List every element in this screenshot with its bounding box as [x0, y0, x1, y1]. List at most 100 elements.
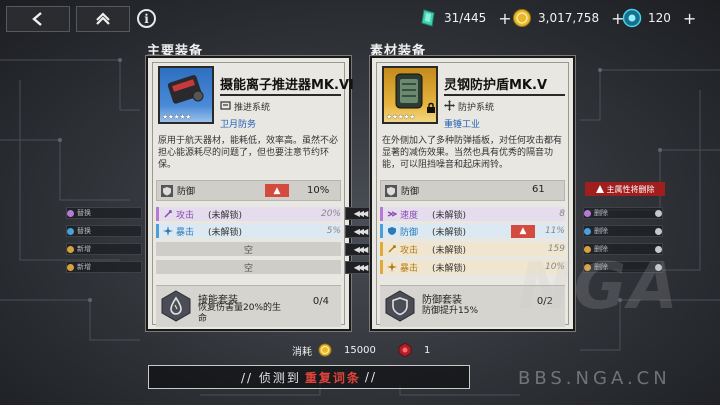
alert-text: 主属性将删除: [606, 184, 655, 194]
item-name: 摄能离子推进器MK.VI: [220, 78, 354, 93]
stat-color-bar: [156, 207, 159, 221]
sub-stat-name: 攻击: [176, 210, 195, 221]
material-cost: 1: [398, 342, 430, 358]
triple-left-arrow-icon: ◀◀◀: [353, 245, 369, 254]
sub-stat-value: 20%: [320, 209, 341, 219]
triple-left-arrow-icon: ◀◀◀: [353, 227, 369, 236]
sub-stat-lock: (未解锁): [208, 227, 243, 238]
detect-highlight: 重复词条: [304, 370, 361, 385]
item-maker[interactable]: 卫月防务: [220, 117, 256, 130]
shield-icon: [161, 184, 173, 197]
watermark-logo: NGA: [518, 250, 680, 324]
red-material-icon: [398, 343, 412, 357]
add-energy-button[interactable]: +: [498, 9, 511, 28]
stat-color-bar: [380, 242, 383, 256]
sub-stat-name: 防御: [400, 227, 419, 238]
defense-type-icon: [444, 100, 455, 111]
cost-label: 消耗: [292, 346, 312, 358]
sub-stat-row: 防御 (未解锁) ▲ 11%: [380, 224, 565, 238]
crit-icon: [163, 226, 173, 236]
lock-icon[interactable]: [426, 102, 436, 114]
side-slot-label: 删除: [594, 209, 608, 217]
home-icon: [96, 12, 110, 25]
stat-color-bar: [380, 207, 383, 221]
card-header: ★★★★★ 灵钢防护盾MK.V 防护系统 重锤工业: [382, 66, 565, 130]
set-effect: 恢复伤害量20%的生命: [198, 303, 282, 324]
back-button[interactable]: [6, 6, 70, 32]
watermark-url: BBS.NGA.CN: [518, 368, 671, 389]
info-button[interactable]: i: [137, 9, 156, 28]
side-slot-left[interactable]: 替换: [66, 225, 142, 237]
resource-energy: 31/445 +: [418, 6, 512, 30]
add-core-button[interactable]: +: [683, 9, 696, 28]
thruster-item-icon: ★★★★★: [158, 66, 214, 124]
side-slot-right[interactable]: 删除: [583, 225, 663, 237]
slot-dot: [67, 227, 74, 235]
energy-crystal-icon: [421, 9, 435, 27]
side-slot-right[interactable]: 删除: [583, 207, 663, 219]
sword-icon: [164, 210, 172, 218]
side-slot-left[interactable]: 替换: [66, 207, 142, 219]
info-icon: i: [144, 11, 149, 26]
detect-suffix: //: [364, 370, 377, 384]
rarity-stars: ★★★★★: [386, 113, 415, 121]
set-effect: 防御提升15%: [422, 306, 479, 316]
item-description: 原用于航天器材，能耗低，效率高。虽然不必担心能源耗尽的问题了，但也要注意节约环保…: [158, 136, 339, 170]
resource-core: 120 +: [622, 6, 696, 30]
home-button[interactable]: [76, 6, 130, 32]
sub-stat-row: 暴击 (未解锁) 5%: [156, 224, 341, 238]
material-count: 1: [424, 344, 431, 356]
item-type: 推进系统: [234, 103, 271, 113]
slot-dot: [67, 263, 74, 271]
empty-slot-label: 空: [243, 245, 253, 256]
shield-icon: [385, 184, 397, 197]
set-name: 防御套装: [422, 295, 462, 306]
sub-stat-row: 速度 (未解锁) 8: [380, 207, 565, 221]
main-stat-row: 防御 ▲ 10%: [156, 180, 341, 201]
minus-icon: [655, 227, 662, 235]
energy-value: 31/445: [444, 11, 487, 25]
sub-stat-value: 8: [559, 209, 565, 219]
sub-stat-lock: (未解锁): [432, 263, 467, 274]
rarity-stars: ★★★★★: [162, 113, 191, 121]
speed-icon: [387, 211, 397, 217]
set-bonus-box: 接能套装 恢复伤害量20%的生命 0/4: [156, 285, 341, 327]
gold-coin-icon: [318, 343, 332, 357]
cost-row: 消耗 15000: [292, 342, 376, 358]
core-value: 120: [648, 11, 671, 25]
main-stat-name: 防御: [177, 187, 196, 197]
name-divider: [444, 94, 565, 96]
chevron-left-icon: [32, 12, 42, 26]
duplicate-warning-badge: ▲: [511, 224, 535, 238]
slot-dot: [584, 227, 591, 235]
set-count: 0/4: [312, 296, 329, 307]
sword-icon: [388, 245, 396, 253]
defense-set-icon: [385, 290, 415, 322]
slot-dot: [67, 245, 74, 253]
gold-cost: 15000: [344, 344, 376, 356]
drain-set-icon: [161, 290, 191, 322]
side-slot-left[interactable]: 新增: [66, 261, 142, 273]
item-description: 在外侧加入了多种防弹插板，对任何攻击都有显著的减伤效果。当然也具有优秀的隔音功能…: [382, 136, 563, 170]
sub-stat-name: 攻击: [400, 245, 419, 256]
side-slot-label: 新增: [77, 263, 91, 271]
sub-stat-lock: (未解锁): [208, 210, 243, 221]
thruster-type-icon: [220, 101, 231, 110]
item-maker[interactable]: 重锤工业: [444, 117, 480, 130]
minus-icon: [655, 209, 662, 217]
main-stat-delete-alert: 主属性将删除: [585, 182, 665, 196]
main-stat-row: 防御 61: [380, 180, 565, 201]
empty-stat-slot: 空: [156, 260, 341, 274]
slot-dot: [584, 209, 591, 217]
main-equipment-card: ★★★★★ 摄能离子推进器MK.VI 推进系统 卫月防务 原用于航天器材，能耗低…: [146, 56, 354, 331]
side-slot-label: 替换: [77, 209, 91, 217]
sub-stat-name: 暴击: [176, 227, 195, 238]
thruster-icon: [167, 75, 204, 104]
resource-gold: 3,017,758 +: [512, 6, 624, 30]
empty-stat-slot: 空: [156, 242, 341, 256]
side-slot-left[interactable]: 新增: [66, 243, 142, 255]
slot-dot: [67, 209, 74, 217]
cyan-core-icon: [622, 8, 642, 28]
sub-stat-name: 暴击: [400, 263, 419, 274]
sub-stat-lock: (未解锁): [432, 245, 467, 256]
